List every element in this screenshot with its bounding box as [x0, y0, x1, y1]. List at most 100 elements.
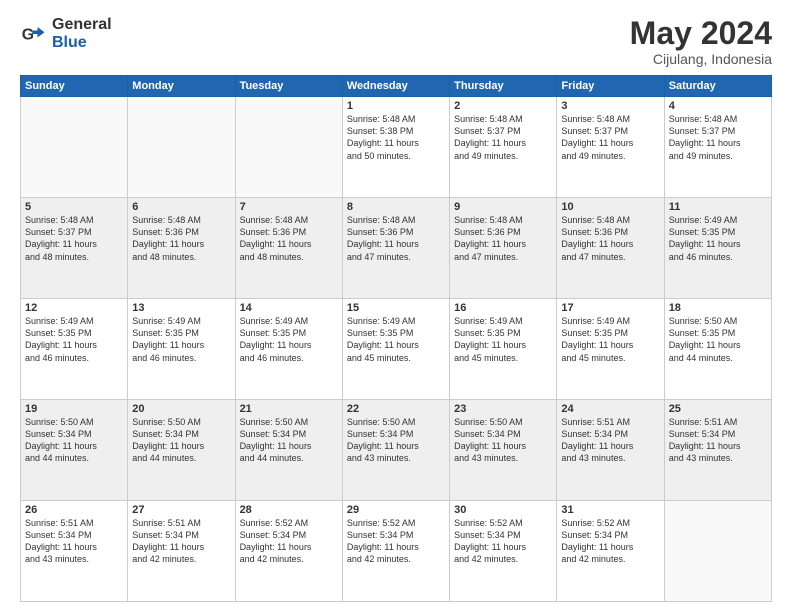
day-number: 23 [454, 403, 552, 415]
day-number: 13 [132, 302, 230, 314]
calendar-cell: 2Sunrise: 5:48 AMSunset: 5:37 PMDaylight… [450, 97, 557, 198]
calendar-cell: 12Sunrise: 5:49 AMSunset: 5:35 PMDayligh… [21, 299, 128, 400]
svg-text:G: G [22, 26, 34, 43]
day-number: 16 [454, 302, 552, 314]
day-info: Sunrise: 5:51 AMSunset: 5:34 PMDaylight:… [561, 416, 659, 465]
calendar-cell: 13Sunrise: 5:49 AMSunset: 5:35 PMDayligh… [128, 299, 235, 400]
calendar-cell: 8Sunrise: 5:48 AMSunset: 5:36 PMDaylight… [342, 198, 449, 299]
calendar-title: May 2024 [630, 16, 772, 51]
day-number: 24 [561, 403, 659, 415]
header-thursday: Thursday [450, 76, 557, 97]
calendar-cell: 18Sunrise: 5:50 AMSunset: 5:35 PMDayligh… [664, 299, 771, 400]
calendar-cell: 15Sunrise: 5:49 AMSunset: 5:35 PMDayligh… [342, 299, 449, 400]
day-info: Sunrise: 5:51 AMSunset: 5:34 PMDaylight:… [25, 517, 123, 566]
day-info: Sunrise: 5:48 AMSunset: 5:36 PMDaylight:… [347, 214, 445, 263]
calendar-location: Cijulang, Indonesia [630, 51, 772, 67]
logo-text: General Blue [52, 16, 112, 51]
header: G General Blue May 2024 Cijulang, Indone… [20, 16, 772, 67]
day-number: 4 [669, 100, 767, 112]
day-number: 30 [454, 504, 552, 516]
day-info: Sunrise: 5:49 AMSunset: 5:35 PMDaylight:… [669, 214, 767, 263]
title-block: May 2024 Cijulang, Indonesia [630, 16, 772, 67]
day-number: 11 [669, 201, 767, 213]
day-info: Sunrise: 5:48 AMSunset: 5:37 PMDaylight:… [561, 113, 659, 162]
page: G General Blue May 2024 Cijulang, Indone… [0, 0, 792, 612]
calendar-cell: 9Sunrise: 5:48 AMSunset: 5:36 PMDaylight… [450, 198, 557, 299]
day-number: 15 [347, 302, 445, 314]
day-info: Sunrise: 5:52 AMSunset: 5:34 PMDaylight:… [240, 517, 338, 566]
day-info: Sunrise: 5:49 AMSunset: 5:35 PMDaylight:… [240, 315, 338, 364]
day-info: Sunrise: 5:48 AMSunset: 5:37 PMDaylight:… [454, 113, 552, 162]
day-info: Sunrise: 5:51 AMSunset: 5:34 PMDaylight:… [669, 416, 767, 465]
day-number: 6 [132, 201, 230, 213]
day-number: 20 [132, 403, 230, 415]
calendar-week-row-1: 1Sunrise: 5:48 AMSunset: 5:38 PMDaylight… [21, 97, 772, 198]
day-number: 2 [454, 100, 552, 112]
calendar-cell: 7Sunrise: 5:48 AMSunset: 5:36 PMDaylight… [235, 198, 342, 299]
day-info: Sunrise: 5:50 AMSunset: 5:34 PMDaylight:… [132, 416, 230, 465]
day-number: 7 [240, 201, 338, 213]
day-number: 22 [347, 403, 445, 415]
day-info: Sunrise: 5:49 AMSunset: 5:35 PMDaylight:… [561, 315, 659, 364]
calendar-cell: 19Sunrise: 5:50 AMSunset: 5:34 PMDayligh… [21, 400, 128, 501]
day-number: 26 [25, 504, 123, 516]
calendar-week-row-5: 26Sunrise: 5:51 AMSunset: 5:34 PMDayligh… [21, 501, 772, 602]
calendar-cell: 11Sunrise: 5:49 AMSunset: 5:35 PMDayligh… [664, 198, 771, 299]
logo: G General Blue [20, 16, 112, 51]
day-info: Sunrise: 5:52 AMSunset: 5:34 PMDaylight:… [561, 517, 659, 566]
day-number: 10 [561, 201, 659, 213]
day-number: 8 [347, 201, 445, 213]
calendar-cell: 16Sunrise: 5:49 AMSunset: 5:35 PMDayligh… [450, 299, 557, 400]
header-monday: Monday [128, 76, 235, 97]
day-number: 1 [347, 100, 445, 112]
day-info: Sunrise: 5:52 AMSunset: 5:34 PMDaylight:… [454, 517, 552, 566]
header-friday: Friday [557, 76, 664, 97]
day-number: 9 [454, 201, 552, 213]
day-number: 5 [25, 201, 123, 213]
day-info: Sunrise: 5:48 AMSunset: 5:36 PMDaylight:… [454, 214, 552, 263]
calendar-cell [128, 97, 235, 198]
header-sunday: Sunday [21, 76, 128, 97]
calendar-week-row-4: 19Sunrise: 5:50 AMSunset: 5:34 PMDayligh… [21, 400, 772, 501]
day-info: Sunrise: 5:50 AMSunset: 5:35 PMDaylight:… [669, 315, 767, 364]
day-info: Sunrise: 5:48 AMSunset: 5:37 PMDaylight:… [25, 214, 123, 263]
calendar-cell [21, 97, 128, 198]
calendar-week-row-3: 12Sunrise: 5:49 AMSunset: 5:35 PMDayligh… [21, 299, 772, 400]
header-tuesday: Tuesday [235, 76, 342, 97]
logo-blue-text: Blue [52, 34, 112, 52]
calendar-cell: 17Sunrise: 5:49 AMSunset: 5:35 PMDayligh… [557, 299, 664, 400]
calendar-cell: 29Sunrise: 5:52 AMSunset: 5:34 PMDayligh… [342, 501, 449, 602]
day-info: Sunrise: 5:50 AMSunset: 5:34 PMDaylight:… [347, 416, 445, 465]
calendar-cell: 6Sunrise: 5:48 AMSunset: 5:36 PMDaylight… [128, 198, 235, 299]
day-number: 18 [669, 302, 767, 314]
day-info: Sunrise: 5:49 AMSunset: 5:35 PMDaylight:… [25, 315, 123, 364]
calendar-cell [235, 97, 342, 198]
day-info: Sunrise: 5:50 AMSunset: 5:34 PMDaylight:… [454, 416, 552, 465]
day-number: 25 [669, 403, 767, 415]
day-info: Sunrise: 5:48 AMSunset: 5:36 PMDaylight:… [561, 214, 659, 263]
day-info: Sunrise: 5:52 AMSunset: 5:34 PMDaylight:… [347, 517, 445, 566]
day-info: Sunrise: 5:50 AMSunset: 5:34 PMDaylight:… [240, 416, 338, 465]
calendar-cell: 20Sunrise: 5:50 AMSunset: 5:34 PMDayligh… [128, 400, 235, 501]
day-info: Sunrise: 5:48 AMSunset: 5:37 PMDaylight:… [669, 113, 767, 162]
calendar-table: Sunday Monday Tuesday Wednesday Thursday… [20, 75, 772, 602]
calendar-cell: 1Sunrise: 5:48 AMSunset: 5:38 PMDaylight… [342, 97, 449, 198]
day-info: Sunrise: 5:48 AMSunset: 5:36 PMDaylight:… [240, 214, 338, 263]
logo-general-text: General [52, 16, 112, 34]
day-number: 12 [25, 302, 123, 314]
day-info: Sunrise: 5:49 AMSunset: 5:35 PMDaylight:… [347, 315, 445, 364]
day-info: Sunrise: 5:51 AMSunset: 5:34 PMDaylight:… [132, 517, 230, 566]
calendar-cell: 30Sunrise: 5:52 AMSunset: 5:34 PMDayligh… [450, 501, 557, 602]
calendar-cell: 27Sunrise: 5:51 AMSunset: 5:34 PMDayligh… [128, 501, 235, 602]
day-info: Sunrise: 5:48 AMSunset: 5:38 PMDaylight:… [347, 113, 445, 162]
calendar-cell: 22Sunrise: 5:50 AMSunset: 5:34 PMDayligh… [342, 400, 449, 501]
day-number: 14 [240, 302, 338, 314]
calendar-cell: 3Sunrise: 5:48 AMSunset: 5:37 PMDaylight… [557, 97, 664, 198]
calendar-week-row-2: 5Sunrise: 5:48 AMSunset: 5:37 PMDaylight… [21, 198, 772, 299]
calendar-cell: 24Sunrise: 5:51 AMSunset: 5:34 PMDayligh… [557, 400, 664, 501]
logo-icon: G [20, 20, 48, 48]
calendar-cell: 23Sunrise: 5:50 AMSunset: 5:34 PMDayligh… [450, 400, 557, 501]
header-wednesday: Wednesday [342, 76, 449, 97]
calendar-cell: 5Sunrise: 5:48 AMSunset: 5:37 PMDaylight… [21, 198, 128, 299]
calendar-cell: 10Sunrise: 5:48 AMSunset: 5:36 PMDayligh… [557, 198, 664, 299]
